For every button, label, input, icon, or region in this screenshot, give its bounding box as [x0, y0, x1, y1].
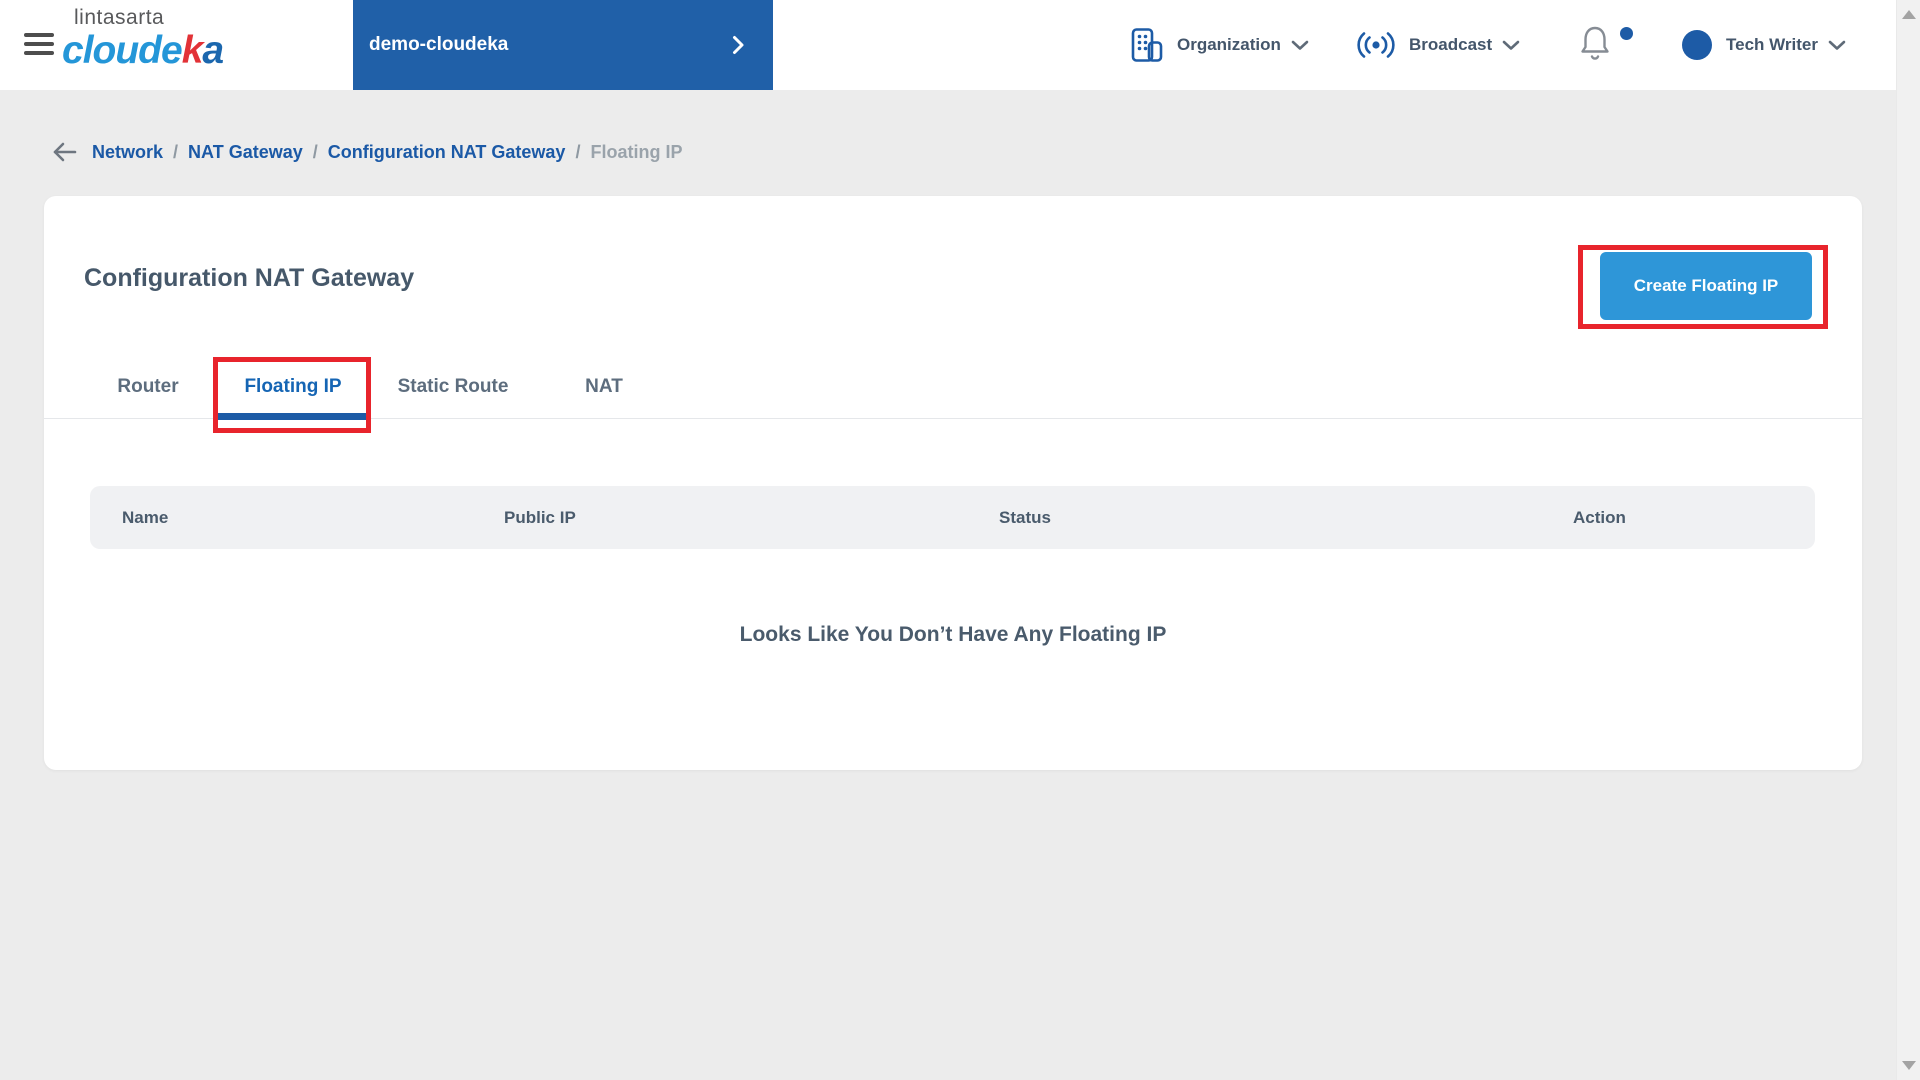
tab-floating-ip-label: Floating IP: [244, 375, 342, 397]
organization-label: Organization: [1177, 35, 1281, 54]
chevron-down-icon: [1502, 40, 1520, 51]
project-selector[interactable]: demo-cloudeka: [353, 0, 773, 90]
top-header: lintasarta cloudeka demo-cloudeka Organi…: [0, 0, 1896, 90]
project-name: demo-cloudeka: [369, 34, 509, 55]
tab-nat[interactable]: NAT: [584, 354, 624, 419]
breadcrumb: Network / NAT Gateway / Configuration NA…: [50, 134, 682, 170]
organization-dropdown[interactable]: Organization: [1130, 0, 1309, 90]
page-title: Configuration NAT Gateway: [84, 264, 415, 292]
building-icon: [1130, 27, 1164, 64]
broadcast-dropdown[interactable]: Broadcast: [1356, 0, 1520, 90]
scrollbar-up-arrow-icon[interactable]: [1902, 10, 1916, 19]
broadcast-label: Broadcast: [1409, 35, 1493, 54]
notification-unread-dot: [1620, 27, 1633, 40]
column-header-public-ip: Public IP: [504, 507, 576, 527]
active-tab-underline: [218, 413, 368, 420]
breadcrumb-network[interactable]: Network: [92, 142, 163, 163]
hamburger-menu-icon[interactable]: [24, 33, 54, 57]
chevron-right-icon: [732, 35, 745, 55]
tab-router[interactable]: Router: [114, 354, 182, 419]
breadcrumb-nat-gateway[interactable]: NAT Gateway: [188, 142, 303, 163]
back-arrow-icon[interactable]: [50, 141, 78, 163]
column-header-name: Name: [122, 507, 169, 527]
product-name: cloudeka: [62, 29, 224, 72]
column-header-action: Action: [1573, 507, 1626, 527]
create-floating-ip-button[interactable]: Create Floating IP: [1600, 252, 1812, 320]
breadcrumb-separator: /: [575, 141, 581, 162]
table-header-row: Name Public IP Status Action: [90, 486, 1815, 549]
user-menu[interactable]: Tech Writer: [1682, 0, 1846, 90]
chevron-down-icon: [1828, 40, 1846, 51]
tab-floating-ip[interactable]: Floating IP: [218, 354, 368, 420]
vertical-scrollbar[interactable]: [1896, 0, 1920, 1080]
user-name: Tech Writer: [1726, 35, 1818, 54]
empty-state-message: Looks Like You Don’t Have Any Floating I…: [739, 623, 1167, 646]
content-card: Configuration NAT Gateway Create Floatin…: [44, 196, 1862, 770]
breadcrumb-configuration-nat-gateway[interactable]: Configuration NAT Gateway: [328, 142, 566, 163]
avatar: [1682, 30, 1712, 60]
chevron-down-icon: [1291, 40, 1309, 51]
breadcrumb-floating-ip: Floating IP: [590, 141, 683, 162]
breadcrumb-separator: /: [173, 141, 179, 162]
radio-waves-icon: [1356, 31, 1396, 59]
breadcrumb-separator: /: [312, 141, 318, 162]
column-header-status: Status: [999, 507, 1051, 527]
company-name: lintasarta: [74, 6, 165, 29]
scrollbar-down-arrow-icon[interactable]: [1902, 1061, 1916, 1070]
brand-logo: lintasarta cloudeka: [62, 6, 224, 72]
tab-bar: Router Floating IP Static Route NAT: [44, 354, 1862, 420]
tab-static-route[interactable]: Static Route: [392, 354, 514, 419]
bell-icon: [1576, 22, 1628, 66]
notification-bell-button[interactable]: [1576, 22, 1633, 70]
